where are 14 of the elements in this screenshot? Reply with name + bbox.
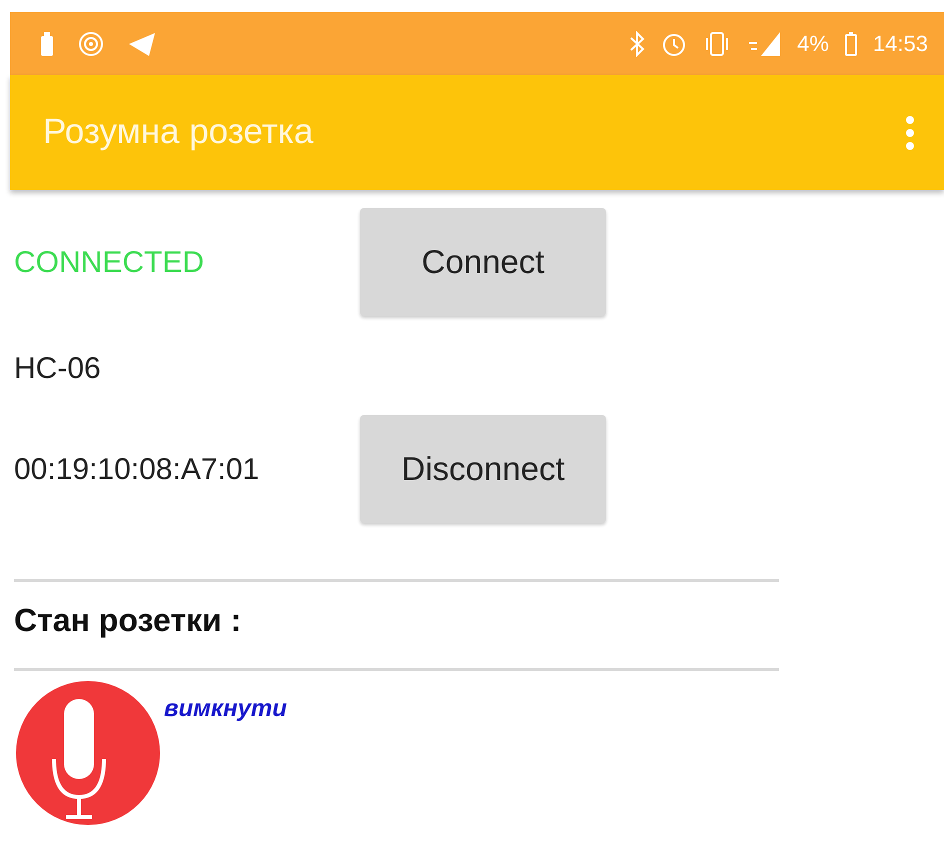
bluetooth-icon xyxy=(629,30,646,56)
connection-status: CONNECTED xyxy=(14,244,206,280)
battery-icon xyxy=(844,32,857,56)
socket-state: вимкнути xyxy=(164,694,287,724)
app-title: Розумна розетка xyxy=(43,111,314,154)
send-icon xyxy=(128,30,156,56)
disconnect-button[interactable]: Disconnect xyxy=(360,415,606,523)
connect-button[interactable]: Connect xyxy=(360,208,606,316)
device-name: HC-06 xyxy=(14,351,102,387)
clock-time: 14:53 xyxy=(872,30,928,58)
battery-percent: 4% xyxy=(797,30,829,58)
signal-bars-icon xyxy=(747,30,782,56)
socket-heading: Стан розетки : xyxy=(14,601,242,640)
device-address: 00:19:10:08:A7:01 xyxy=(14,452,260,488)
